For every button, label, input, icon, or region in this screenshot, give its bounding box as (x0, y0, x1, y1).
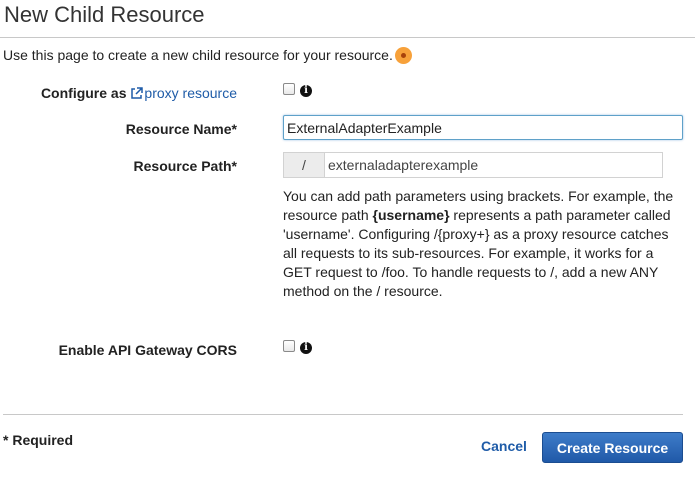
resource-name-input[interactable] (283, 115, 683, 140)
resource-name-label: Resource Name* (125, 121, 237, 137)
resource-path-prefix: / (283, 152, 324, 178)
intro-info-icon[interactable] (394, 46, 412, 64)
required-note: * Required (3, 432, 74, 448)
cors-label: Enable API Gateway CORS (58, 342, 237, 358)
cancel-button[interactable]: Cancel (481, 438, 527, 454)
proxy-resource-link[interactable]: proxy resource (130, 85, 237, 101)
title-divider (0, 37, 695, 38)
intro-text: Use this page to create a new child reso… (3, 47, 393, 63)
resource-path-label: Resource Path* (133, 158, 237, 174)
create-resource-button[interactable]: Create Resource (542, 432, 683, 463)
help-text-bold: {username} (372, 207, 450, 223)
resource-path-input[interactable] (324, 152, 663, 178)
cors-info-icon[interactable]: i (300, 342, 312, 354)
resource-path-group: / (283, 152, 663, 178)
new-child-resource-page: New Child Resource Use this page to crea… (0, 0, 695, 477)
footer-divider (3, 414, 683, 415)
proxy-resource-checkbox[interactable] (283, 83, 295, 95)
resource-path-help: You can add path parameters using bracke… (283, 187, 683, 301)
intro-row: Use this page to create a new child reso… (3, 46, 412, 64)
proxy-resource-label: Configure as proxy resource (41, 84, 237, 102)
proxy-info-icon[interactable]: i (300, 85, 312, 97)
cors-checkbox[interactable] (283, 340, 295, 352)
proxy-label-prefix: Configure as (40, 85, 131, 101)
external-link-icon (131, 87, 144, 99)
proxy-resource-link-text: proxy resource (144, 85, 237, 101)
page-title: New Child Resource (4, 2, 205, 27)
